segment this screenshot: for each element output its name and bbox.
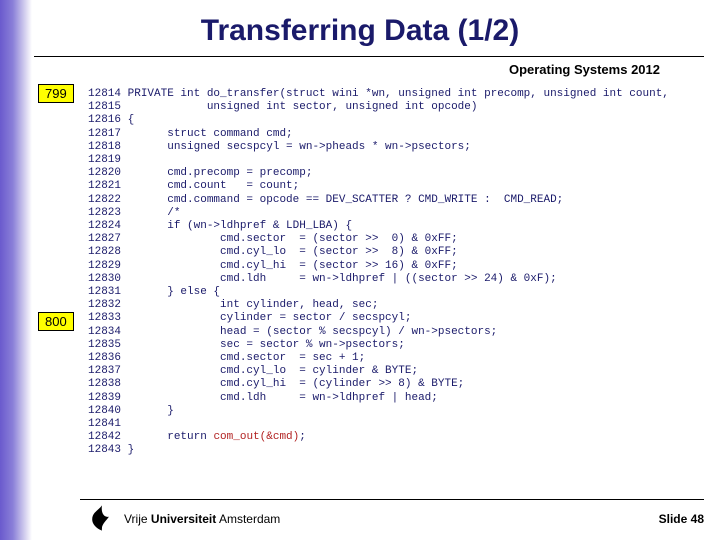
page-title: Transferring Data (1/2) <box>0 14 720 48</box>
title-divider <box>34 56 704 57</box>
slide-num: 48 <box>691 512 704 526</box>
slide-number: Slide 48 <box>659 512 704 526</box>
line-tag-800: 800 <box>38 312 74 331</box>
course-label: Operating Systems 2012 <box>509 62 660 77</box>
uni-suffix: Amsterdam <box>216 512 280 526</box>
sidebar-gradient <box>0 0 32 540</box>
line-tag-799: 799 <box>38 84 74 103</box>
footer-divider <box>80 499 704 500</box>
uni-prefix: Vrije <box>124 512 151 526</box>
footer-university: Vrije Universiteit Amsterdam <box>124 512 280 526</box>
code-block: 12814 PRIVATE int do_transfer(struct win… <box>88 88 669 458</box>
university-logo <box>88 504 116 532</box>
uni-bold: Universiteit <box>151 512 216 526</box>
slide-label: Slide <box>659 512 691 526</box>
